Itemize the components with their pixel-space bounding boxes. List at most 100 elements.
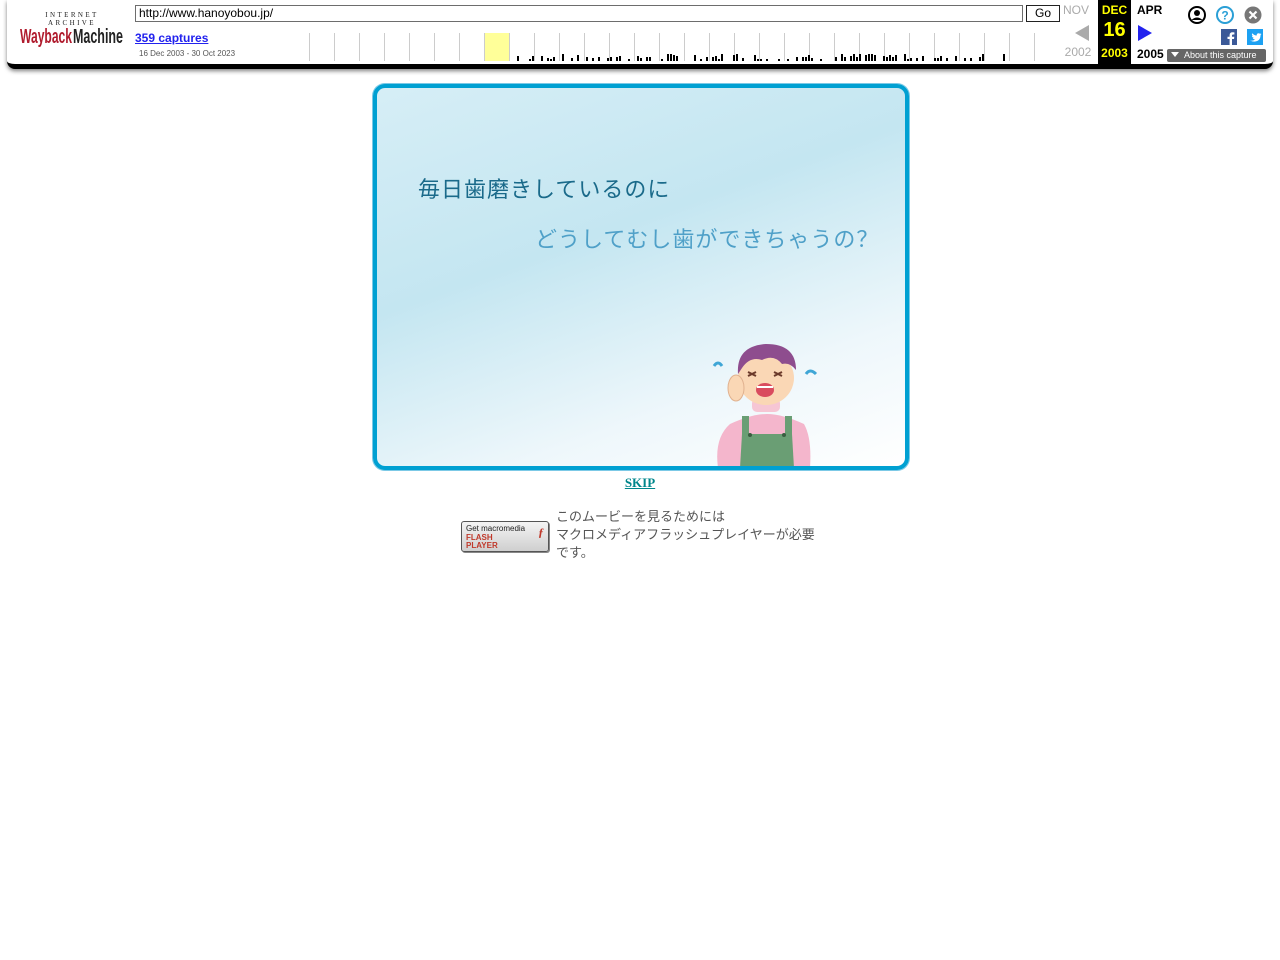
sparkline-year-column[interactable]	[1034, 33, 1060, 61]
facebook-icon[interactable]	[1221, 29, 1237, 45]
close-icon[interactable]	[1244, 6, 1262, 24]
sparkline-capture-bar	[607, 58, 609, 61]
sparkline-capture-bar	[922, 56, 924, 61]
current-year: 2003	[1101, 46, 1128, 60]
dropdown-triangle-icon	[1171, 52, 1179, 57]
sparkline-year-column[interactable]	[384, 33, 410, 61]
sparkline-capture-bar	[766, 59, 768, 61]
sparkline-capture-bar	[871, 54, 873, 61]
sparkline-capture-bar	[982, 54, 984, 61]
sparkline-capture-bar	[760, 59, 762, 61]
sparkline-capture-bar	[979, 57, 981, 61]
sparkline-year-column[interactable]	[334, 33, 360, 61]
sparkline-capture-bar	[700, 59, 702, 61]
sparkline-capture-bar	[802, 57, 804, 61]
svg-text:?: ?	[1221, 9, 1228, 23]
sparkline-year-column[interactable]	[534, 33, 560, 61]
sparkline-capture-bar	[787, 59, 789, 61]
sparkline-capture-bar	[937, 58, 939, 61]
wayback-toolbar: INTERNET ARCHIVE Wayback Machine http://…	[7, 0, 1273, 69]
sparkline-capture-bar	[673, 55, 675, 61]
sparkline-capture-bar	[946, 58, 948, 61]
sparkline-capture-bar	[778, 59, 780, 61]
sparkline-year-column[interactable]	[984, 33, 1010, 61]
sparkline-year-column[interactable]	[434, 33, 460, 61]
next-year-link[interactable]: 2005	[1137, 47, 1164, 61]
sparkline-year-column[interactable]	[809, 33, 835, 61]
about-capture-label: About this capture	[1184, 50, 1257, 60]
sparkline-capture-bar	[742, 58, 744, 61]
sparkline-year-column[interactable]	[309, 33, 335, 61]
sparkline-capture-bar	[562, 54, 564, 61]
sparkline-capture-bar	[895, 55, 897, 61]
sparkline-year-column[interactable]	[609, 33, 635, 61]
sparkline-capture-bar	[955, 56, 957, 61]
sparkline-year-column[interactable]	[484, 33, 510, 61]
get-flash-player-button[interactable]: Get macromedia FLASH PLAYER ƒ	[461, 521, 549, 552]
sparkline-capture-bar	[529, 59, 531, 61]
sparkline-capture-bar	[619, 56, 621, 61]
crying-child-illustration	[712, 344, 818, 466]
flash-required-message: このムービーを見るためには マクロメディアフラッシュプレイヤーが必要 です。	[556, 509, 826, 563]
sparkline-capture-bar	[865, 55, 867, 61]
headline-line-1: 毎日歯磨きしているのに	[418, 178, 671, 203]
sparkline-capture-bar	[667, 54, 669, 61]
sparkline-capture-bar	[853, 54, 855, 61]
sparkline-capture-bar	[553, 57, 555, 61]
about-this-capture-button[interactable]: About this capture	[1167, 49, 1266, 62]
sparkline-capture-bar	[592, 58, 594, 61]
go-button[interactable]: Go	[1026, 5, 1060, 22]
flash-message-line: このムービーを見るためには	[556, 510, 726, 525]
sparkline-year-column[interactable]	[1009, 33, 1035, 61]
sparkline-capture-bar	[850, 56, 852, 61]
sparkline-year-column[interactable]	[759, 33, 785, 61]
sparkline-capture-bar	[721, 54, 723, 61]
sparkline-capture-bar	[646, 57, 648, 61]
sparkline-capture-bar	[907, 59, 909, 61]
sparkline-capture-bar	[718, 59, 720, 61]
sparkline-capture-bar	[661, 59, 663, 61]
svg-text:Machine: Machine	[73, 26, 123, 48]
help-question-icon[interactable]: ?	[1216, 6, 1234, 24]
wayback-machine-wordmark: Wayback Machine	[20, 26, 123, 48]
sparkline-capture-bar	[571, 58, 573, 61]
sparkline-year-column[interactable]	[409, 33, 435, 61]
twitter-icon[interactable]	[1247, 29, 1263, 45]
sparkline-capture-bar	[754, 55, 756, 61]
capture-date-range: 16 Dec 2003 - 30 Oct 2023	[139, 49, 236, 58]
capture-sparkline[interactable]	[309, 33, 1059, 61]
sparkline-year-column[interactable]	[359, 33, 385, 61]
sparkline-year-column[interactable]	[459, 33, 485, 61]
flash-badge-line-1: Get macromedia	[466, 524, 526, 533]
sparkline-year-column[interactable]	[659, 33, 685, 61]
sparkline-capture-bar	[1003, 54, 1005, 61]
prev-year-label: 2002	[1064, 45, 1092, 59]
sparkline-capture-bar	[610, 57, 612, 61]
next-month-link[interactable]: APR	[1137, 3, 1162, 17]
next-capture-arrow-icon[interactable]	[1138, 25, 1152, 41]
flash-logo-icon: ƒ	[538, 525, 544, 539]
captures-link[interactable]: 359 captures	[135, 31, 208, 45]
sparkline-capture-bar	[868, 54, 870, 61]
prev-capture-arrow-icon	[1075, 25, 1089, 41]
sparkline-capture-bar	[757, 59, 759, 61]
sparkline-capture-bar	[712, 57, 714, 61]
sparkline-capture-bar	[517, 56, 519, 61]
sparkline-capture-bar	[637, 56, 639, 61]
flash-badge-line-3: PLAYER	[466, 541, 498, 550]
sparkline-capture-bar	[910, 58, 912, 61]
wayback-logo[interactable]: INTERNET ARCHIVE Wayback Machine	[20, 9, 124, 51]
sparkline-capture-bar	[916, 58, 918, 61]
sparkline-capture-bar	[964, 58, 966, 61]
flash-movie-stage: 毎日歯磨きしているのに どうしてむし歯ができちゃうの？	[373, 84, 909, 470]
sparkline-capture-bar	[736, 54, 738, 61]
sparkline-capture-bar	[547, 58, 549, 61]
current-month: DEC	[1101, 3, 1128, 17]
skip-link[interactable]: SKIP	[620, 475, 660, 491]
url-input[interactable]: http://www.hanoyobou.jp/	[135, 5, 1023, 22]
user-account-icon[interactable]	[1188, 6, 1206, 24]
current-day: 16	[1103, 19, 1126, 41]
sparkline-capture-bar	[940, 56, 942, 61]
sparkline-capture-bar	[883, 56, 885, 61]
sparkline-capture-bar	[808, 55, 810, 61]
